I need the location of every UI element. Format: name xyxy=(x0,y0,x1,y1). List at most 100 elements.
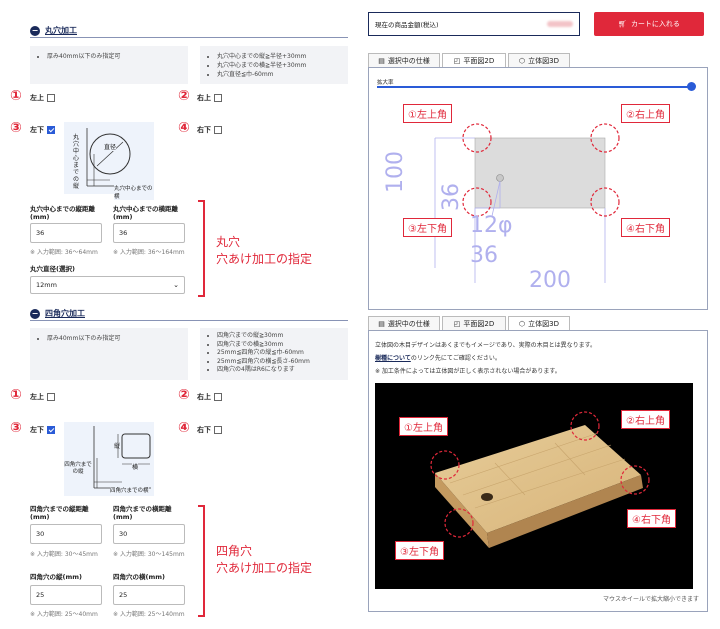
document-icon: ▤ xyxy=(378,57,385,65)
corner-number: ② xyxy=(178,88,190,104)
square-x-distance-hint: ※ 入力範囲: 30～145mm xyxy=(113,551,185,558)
checkbox[interactable] xyxy=(47,393,55,401)
corner-number: ③ xyxy=(10,420,22,436)
round-callout: 丸穴 穴あけ加工の指定 xyxy=(216,235,313,266)
chevron-down-icon: ⌄ xyxy=(173,281,179,289)
corner-label-bottom-left: ③左下角 xyxy=(403,218,452,237)
checkbox[interactable] xyxy=(214,126,222,134)
checkbox[interactable] xyxy=(214,393,222,401)
document-icon: ▤ xyxy=(378,320,385,328)
round-diameter-label: 丸穴直径(選択) xyxy=(30,265,75,273)
wood-species-link[interactable]: 樹種について xyxy=(375,355,411,362)
corner-number: ② xyxy=(178,387,190,403)
round-x-distance-input[interactable]: 36 xyxy=(113,223,185,243)
view-3d-panel: 立体図の木目デザインはあくまでもイメージであり、実際の木目とは異なります。 樹種… xyxy=(368,330,708,612)
dim-length: 200 xyxy=(529,268,571,293)
square-y-distance-input[interactable]: 30 xyxy=(30,524,102,544)
tab-view-3d[interactable]: ⬡ 立体図3D xyxy=(508,316,570,331)
square-x-distance-label: 四角穴までの横距離 (mm) xyxy=(113,505,172,521)
checkbox-checked[interactable] xyxy=(47,426,55,434)
divider xyxy=(30,320,348,321)
square-height-label: 四角穴の縦(mm) xyxy=(30,573,82,581)
square-corner-top-left[interactable]: 左上 xyxy=(30,392,55,402)
round-section-title: 丸穴加工 xyxy=(45,26,77,35)
checkbox[interactable] xyxy=(214,94,222,102)
view-3d-canvas[interactable]: ①左上角 ②右上角 ③左下角 ④右下角 xyxy=(375,383,693,589)
corner-label-bottom-right: ④右下角 xyxy=(621,218,670,237)
tab-plan-2d[interactable]: ◰ 平面図2D xyxy=(442,53,506,68)
corner-label-top-right: ②右上角 xyxy=(621,104,670,123)
ruler-icon: ◰ xyxy=(453,320,461,328)
square-width-label: 四角穴の横(mm) xyxy=(113,573,165,581)
square-section-header[interactable]: − 四角穴加工 xyxy=(30,308,85,319)
price-value-blurred xyxy=(547,21,573,27)
dim-y-offset: 36 xyxy=(439,183,464,211)
add-to-cart-button[interactable]: 🛒︎ カートに入れる xyxy=(594,12,704,36)
round-diameter-select[interactable]: 12mm ⌄ xyxy=(30,276,185,294)
corner-label-top-left: ①左上角 xyxy=(403,104,452,123)
square-width-input[interactable]: 25 xyxy=(113,585,185,605)
diagram-y-label: 丸穴中心までの縦 xyxy=(73,134,80,190)
square-diagram-svg xyxy=(93,426,151,489)
round-x-distance-hint: ※ 入力範囲: 36～164mm xyxy=(113,249,185,256)
diagram-x-label: 四角穴までの横 xyxy=(110,486,149,494)
corner-number: ④ xyxy=(178,420,190,436)
corner-label-top-right: ②右上角 xyxy=(621,410,670,429)
corner-number: ④ xyxy=(178,120,190,136)
square-callout: 四角穴 穴あけ加工の指定 xyxy=(216,544,313,575)
collapse-icon: − xyxy=(30,308,40,319)
dim-height: 100 xyxy=(383,151,408,193)
corner-number: ③ xyxy=(10,120,22,136)
tab-view-3d[interactable]: ⬡ 立体図3D xyxy=(508,53,570,68)
cart-icon: 🛒︎ xyxy=(618,20,627,28)
checkbox[interactable] xyxy=(47,94,55,102)
view-3d-notes: 立体図の木目デザインはあくまでもイメージであり、実際の木目とは異なります。 樹種… xyxy=(375,342,596,375)
ruler-icon: ◰ xyxy=(453,57,461,65)
cube-icon: ⬡ xyxy=(519,320,526,328)
diagram-x-label: 丸穴中心までの横 xyxy=(114,184,154,200)
callout-bracket xyxy=(198,505,205,617)
dim-x-offset: 36 xyxy=(470,243,498,268)
round-section-header[interactable]: − 丸穴加工 xyxy=(30,25,77,36)
square-corner-top-right[interactable]: 右上 xyxy=(197,392,222,402)
round-hole-diagram: 直径 丸穴中心までの縦 丸穴中心までの横 xyxy=(64,122,154,200)
diagram-w-label: 横 xyxy=(132,462,139,471)
price-box: 現在の商品金額(税込) xyxy=(368,12,580,36)
tab-plan-2d[interactable]: ◰ 平面図2D xyxy=(442,316,506,331)
square-y-distance-label: 四角穴までの縦距離 (mm) xyxy=(30,505,89,521)
zoom-hint: マウスホイールで拡大縮小できます xyxy=(602,596,699,603)
round-corner-bottom-left[interactable]: 左下 xyxy=(30,125,55,135)
tab-spec[interactable]: ▤ 選択中の仕様 xyxy=(368,316,440,331)
checkbox-checked[interactable] xyxy=(47,126,55,134)
round-corner-top-left[interactable]: 左上 xyxy=(30,93,55,103)
square-width-hint: ※ 入力範囲: 25～140mm xyxy=(113,611,185,618)
square-note-left: 厚み40mm以下のみ指定可 xyxy=(30,328,188,380)
square-x-distance-input[interactable]: 30 xyxy=(113,524,185,544)
corner-label-bottom-right: ④右下角 xyxy=(627,509,676,528)
round-y-distance-label: 丸穴中心までの縦距離 (mm) xyxy=(30,205,95,221)
square-y-distance-hint: ※ 入力範囲: 30～45mm xyxy=(30,551,98,558)
diagram-circle-label: 直径 xyxy=(104,142,117,151)
divider xyxy=(30,37,348,38)
plan-2d-panel: 拡大率 100 36 12φ 36 200 ①左上角 ②右上角 ③左下角 ④右下… xyxy=(368,67,708,310)
tab-spec[interactable]: ▤ 選択中の仕様 xyxy=(368,53,440,68)
square-height-input[interactable]: 25 xyxy=(30,585,102,605)
price-label: 現在の商品金額(税込) xyxy=(375,21,439,29)
round-note-left: 厚み40mm以下のみ指定可 xyxy=(30,46,188,84)
dim-diameter: 12φ xyxy=(470,213,513,238)
square-note-right: 四角穴までの縦≧30mm 四角穴までの横≧30mm 25mm≦四角穴の縦≦巾-6… xyxy=(200,328,348,380)
checkbox[interactable] xyxy=(214,426,222,434)
diagram-y-label: 四角穴までの縦 xyxy=(64,462,92,475)
corner-label-bottom-left: ③左下角 xyxy=(395,541,444,560)
square-corner-bottom-left[interactable]: 左下 xyxy=(30,425,55,435)
round-corner-top-right[interactable]: 右上 xyxy=(197,93,222,103)
square-corner-bottom-right[interactable]: 右下 xyxy=(197,425,222,435)
square-height-hint: ※ 入力範囲: 25～40mm xyxy=(30,611,98,618)
round-note-right: 丸穴中心までの縦≧半径+30mm 丸穴中心までの横≧半径+30mm 丸穴直径≦巾… xyxy=(200,46,348,84)
round-corner-bottom-right[interactable]: 右下 xyxy=(197,125,222,135)
round-y-distance-input[interactable]: 36 xyxy=(30,223,102,243)
corner-number: ① xyxy=(10,88,22,104)
callout-bracket xyxy=(198,200,205,297)
collapse-icon: − xyxy=(30,25,40,36)
cube-icon: ⬡ xyxy=(519,57,526,65)
